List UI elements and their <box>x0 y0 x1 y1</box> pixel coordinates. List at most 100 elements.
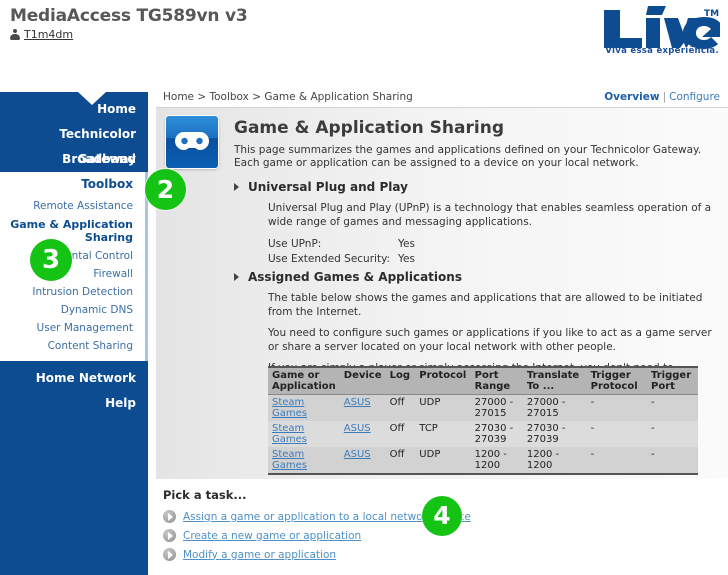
sidebar-item-remote-assistance[interactable]: Remote Assistance <box>0 197 145 215</box>
sidebar-item-home[interactable]: Home <box>0 97 148 122</box>
view-mode-links: Overview | Configure <box>604 91 720 103</box>
column-header-trigger-protocol: Trigger Protocol <box>586 367 648 395</box>
step-badge-2: 2 <box>145 169 186 210</box>
sidebar-item-intrusion-detection[interactable]: Intrusion Detection <box>0 283 145 301</box>
sidebar-top-group: Home Technicolor Gateway Broadband Conne… <box>0 97 148 191</box>
sidebar-item-broadband-connection[interactable]: Broadband Connection <box>0 147 148 191</box>
sidebar-item-toolbox[interactable]: Toolbox <box>0 172 145 197</box>
create-game-task-link[interactable]: Create a new game or application <box>183 530 361 542</box>
task-item-modify-game[interactable]: Modify a game or application <box>163 545 583 564</box>
upnp-section-heading[interactable]: Universal Plug and Play <box>234 180 714 194</box>
tab-overview[interactable]: Overview <box>604 91 659 103</box>
task-item-assign-game[interactable]: Assign a game or application to a local … <box>163 507 583 526</box>
step-badge-3: 3 <box>30 239 72 281</box>
assigned-paragraph-1: The table below shows the games and appl… <box>268 292 703 318</box>
sidebar-item-firewall[interactable]: Firewall <box>0 265 145 283</box>
protocol-value: UDP <box>415 447 471 474</box>
device-link[interactable]: ASUS <box>344 397 371 408</box>
chevron-right-icon <box>163 548 176 561</box>
chevron-right-icon <box>163 510 176 523</box>
user-icon <box>10 28 20 41</box>
translate-to-value: 27000 - 27015 <box>522 394 587 421</box>
user-name-link[interactable]: T1m4dm <box>24 28 73 41</box>
translate-to-value: 27030 - 27039 <box>522 421 587 447</box>
sidebar-item-content-sharing[interactable]: Content Sharing <box>0 337 145 355</box>
gamepad-icon <box>166 116 218 168</box>
use-upnp-value: Yes <box>398 238 415 250</box>
table-row: Steam Games ASUS Off UDP 27000 - 27015 2… <box>268 394 698 421</box>
sidebar-item-dynamic-dns[interactable]: Dynamic DNS <box>0 301 145 319</box>
translate-to-value: 1200 - 1200 <box>522 447 587 474</box>
expand-triangle-icon <box>234 183 239 191</box>
assigned-applications-table: Game or Application Device Log Protocol … <box>268 366 698 475</box>
sidebar-bottom-group: Home Network Help <box>0 366 148 416</box>
step-badge-4: 4 <box>422 496 462 536</box>
expand-triangle-icon <box>234 273 239 281</box>
trigger-protocol-value: - <box>586 394 648 421</box>
assigned-paragraph-2: You need to configure such games or appl… <box>268 327 712 353</box>
log-value: Off <box>385 447 416 474</box>
pick-a-task-block: Pick a task... Assign a game or applicat… <box>163 488 583 564</box>
task-item-create-game[interactable]: Create a new game or application <box>163 526 583 545</box>
table-header-row: Game or Application Device Log Protocol … <box>268 367 698 395</box>
protocol-value: UDP <box>415 394 471 421</box>
trigger-port-value: - <box>647 421 698 447</box>
modify-game-task-link[interactable]: Modify a game or application <box>183 549 336 561</box>
assigned-games-heading[interactable]: Assigned Games & Applications <box>234 270 714 284</box>
column-header-trigger-port: Trigger Port <box>647 367 698 395</box>
sidebar-submenu-toolbox: Toolbox Remote Assistance Game & Applica… <box>0 172 148 361</box>
page-header: MediaAccess TG589vn v3 T1m4dm TM Viva es… <box>0 0 728 88</box>
upnp-description: Universal Plug and Play (UPnP) is a tech… <box>268 202 712 228</box>
column-header-application: Game or Application <box>268 367 340 395</box>
product-title: MediaAccess TG589vn v3 <box>10 6 248 26</box>
sidebar-item-user-management[interactable]: User Management <box>0 319 145 337</box>
pick-a-task-title: Pick a task... <box>163 488 247 502</box>
trigger-protocol-value: - <box>586 447 648 474</box>
view-links-separator: | <box>662 91 667 103</box>
content-panel: Game & Application Sharing This page sum… <box>156 107 728 479</box>
column-header-protocol: Protocol <box>415 367 471 395</box>
application-link[interactable]: Steam Games <box>272 423 307 445</box>
sidebar-item-technicolor-gateway[interactable]: Technicolor Gateway <box>0 122 148 166</box>
table-row: Steam Games ASUS Off TCP 27030 - 27039 2… <box>268 421 698 447</box>
trigger-port-value: - <box>647 447 698 474</box>
application-link[interactable]: Steam Games <box>272 397 307 419</box>
upnp-section: Universal Plug and Play Universal Plug a… <box>234 180 714 267</box>
svg-text:TM: TM <box>704 9 719 19</box>
brand-tagline: Viva essa experiência. <box>605 46 719 56</box>
port-range-value: 27030 - 27039 <box>470 421 523 447</box>
trigger-protocol-value: - <box>586 421 648 447</box>
use-upnp-label: Use UPnP: <box>268 238 322 250</box>
sidebar-notch-marker <box>78 92 106 105</box>
port-range-value: 1200 - 1200 <box>470 447 523 474</box>
page-description: This page summarizes the games and appli… <box>234 144 702 169</box>
log-value: Off <box>385 421 416 447</box>
tab-configure[interactable]: Configure <box>669 91 720 103</box>
sidebar-item-game-application-sharing[interactable]: Game & Application Sharing <box>0 215 145 247</box>
use-extended-security-value: Yes <box>398 253 415 265</box>
sidebar-item-parental-control[interactable]: Parental Control <box>0 247 145 265</box>
sidebar-item-help[interactable]: Help <box>0 391 148 416</box>
upnp-section-body: Universal Plug and Play (UPnP) is a tech… <box>234 202 714 267</box>
table-row: Steam Games ASUS Off UDP 1200 - 1200 120… <box>268 447 698 474</box>
chevron-right-icon <box>163 529 176 542</box>
assigned-games-heading-text: Assigned Games & Applications <box>248 270 462 284</box>
trigger-port-value: - <box>647 394 698 421</box>
logged-in-user[interactable]: T1m4dm <box>10 28 73 41</box>
protocol-value: TCP <box>415 421 471 447</box>
column-header-translate-to: Translate To ... <box>522 367 587 395</box>
device-link[interactable]: ASUS <box>344 449 371 460</box>
column-header-port-range: Port Range <box>470 367 523 395</box>
column-header-device: Device <box>339 367 386 395</box>
breadcrumb: Home > Toolbox > Game & Application Shar… <box>163 91 413 103</box>
application-link[interactable]: Steam Games <box>272 449 307 471</box>
sidebar-item-home-network[interactable]: Home Network <box>0 366 148 391</box>
use-extended-security-label: Use Extended Security: <box>268 253 391 265</box>
log-value: Off <box>385 394 416 421</box>
extended-security-field-row: Use Extended Security: Yes <box>268 252 714 267</box>
port-range-value: 27000 - 27015 <box>470 394 523 421</box>
upnp-heading-text: Universal Plug and Play <box>248 180 408 194</box>
page-title: Game & Application Sharing <box>234 118 504 138</box>
upnp-field-row: Use UPnP: Yes <box>268 237 714 252</box>
device-link[interactable]: ASUS <box>344 423 371 434</box>
